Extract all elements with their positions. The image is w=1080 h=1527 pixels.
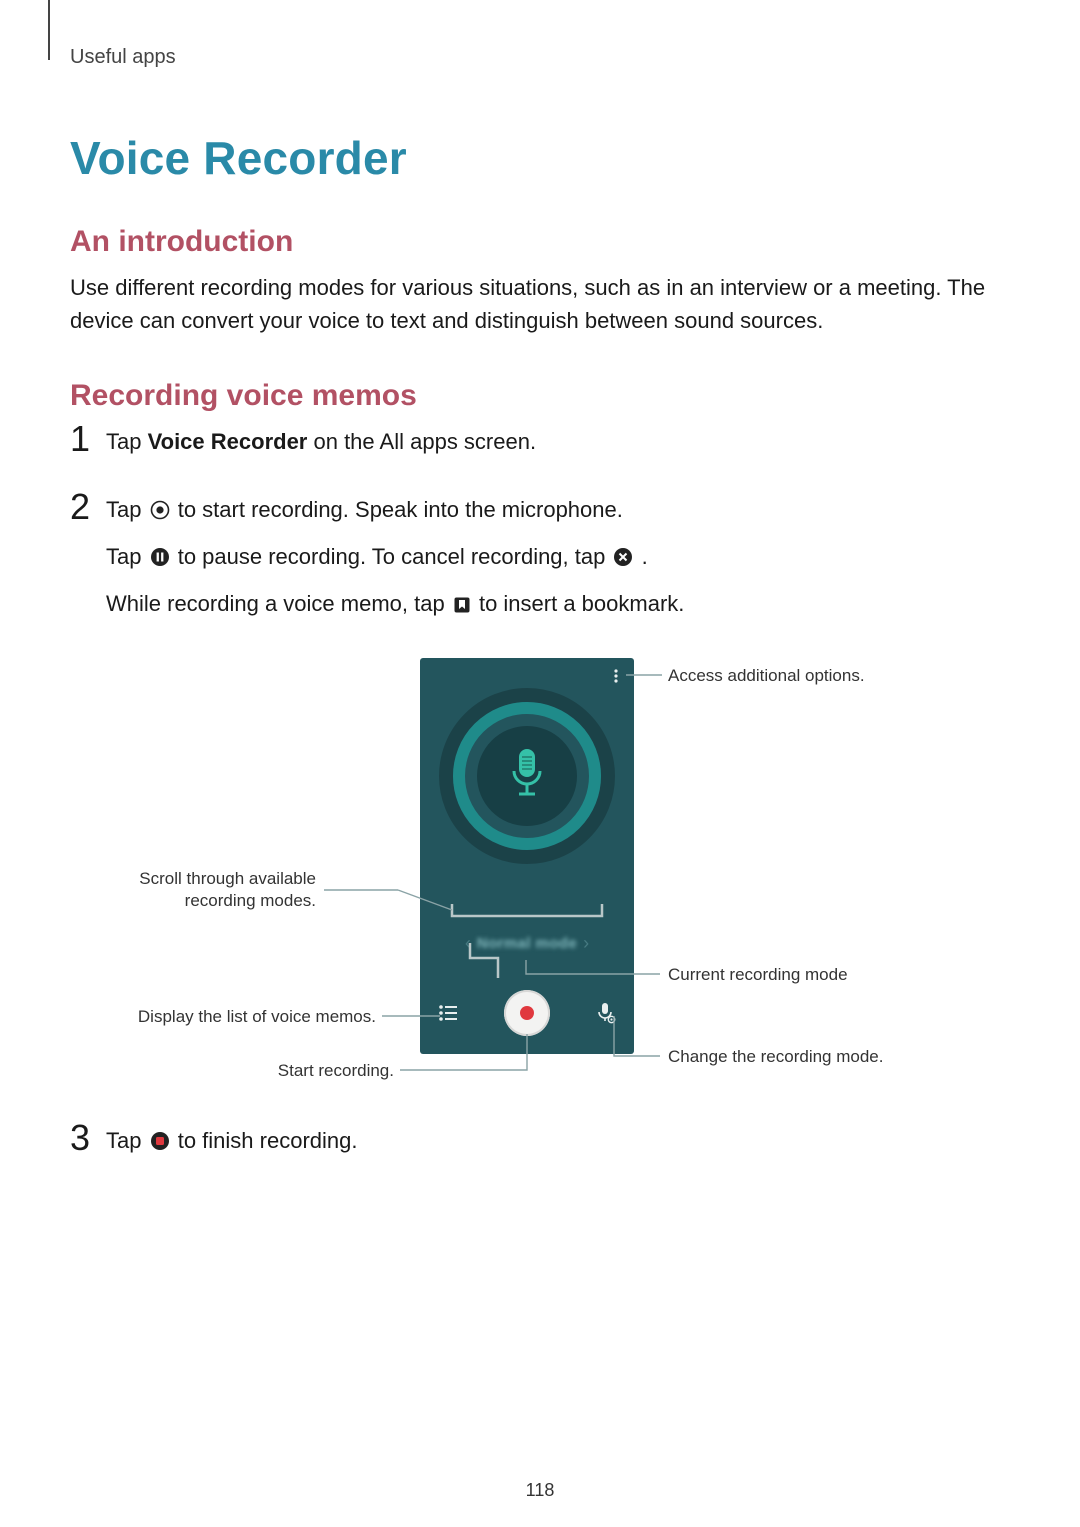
pause-icon	[150, 543, 170, 577]
breadcrumb: Useful apps	[70, 46, 1010, 69]
section-intro-body: Use different recording modes for variou…	[70, 271, 1010, 337]
mic-settings-icon	[596, 1002, 616, 1024]
step-3-text-pre: Tap	[106, 1128, 148, 1153]
callout-scroll-modes: Scroll through available recording modes…	[116, 868, 316, 912]
callout-current-mode: Current recording mode	[668, 965, 848, 985]
step-number: 2	[70, 489, 106, 525]
callout-scroll-modes-text: Scroll through available recording modes…	[116, 868, 316, 912]
manual-page: Useful apps Voice Recorder An introducti…	[0, 0, 1080, 1527]
callout-change-mode: Change the recording mode.	[668, 1047, 883, 1067]
step-3-text-post: to finish recording.	[178, 1128, 358, 1153]
bottom-controls	[420, 990, 634, 1036]
step-2-line2-pre: Tap	[106, 544, 148, 569]
step-2: 2 Tap to start recording. Speak into the…	[70, 493, 1010, 634]
cancel-icon	[613, 543, 633, 577]
step-2-line2-mid: to pause recording. To cancel recording,…	[178, 544, 612, 569]
record-button	[504, 990, 550, 1036]
step-1-text-pre: Tap	[106, 429, 148, 454]
page-number: 118	[0, 1480, 1080, 1501]
voice-recorder-diagram: ‹ Normal mode ›	[70, 658, 1010, 1098]
callout-options: Access additional options.	[668, 666, 865, 686]
step-number: 3	[70, 1120, 106, 1156]
header-rule	[48, 0, 50, 60]
step-2-line2-post: .	[642, 544, 648, 569]
step-1-text-bold: Voice Recorder	[148, 429, 308, 454]
step-1-text-post: on the All apps screen.	[307, 429, 536, 454]
step-2-line3-post: to insert a bookmark.	[479, 591, 684, 616]
bookmark-icon	[453, 590, 471, 624]
callout-memo-list: Display the list of voice memos.	[138, 1007, 376, 1027]
phone-mock: ‹ Normal mode ›	[420, 658, 634, 1054]
section-memos-heading: Recording voice memos	[70, 379, 1010, 413]
step-2-line1-post: to start recording. Speak into the micro…	[178, 497, 623, 522]
record-start-icon	[150, 496, 170, 530]
chevron-left-icon: ‹	[465, 933, 471, 954]
step-2-line3-pre: While recording a voice memo, tap	[106, 591, 451, 616]
mode-selector: ‹ Normal mode ›	[420, 926, 634, 960]
callout-start-recording: Start recording.	[278, 1061, 394, 1081]
step-2-line1-pre: Tap	[106, 497, 148, 522]
record-dot-icon	[520, 1006, 534, 1020]
stop-icon	[150, 1127, 170, 1161]
memo-list-icon	[438, 1004, 458, 1022]
steps-list: 1 Tap Voice Recorder on the All apps scr…	[70, 425, 1010, 1171]
section-intro-heading: An introduction	[70, 225, 1010, 259]
step-number: 1	[70, 421, 106, 457]
microphone-icon	[504, 745, 550, 807]
page-title: Voice Recorder	[70, 131, 1010, 185]
more-options-icon	[608, 668, 624, 684]
current-mode-label: Normal mode	[477, 935, 577, 952]
chevron-right-icon: ›	[583, 933, 589, 954]
step-3: 3 Tap to finish recording.	[70, 1124, 1010, 1171]
step-1: 1 Tap Voice Recorder on the All apps scr…	[70, 425, 1010, 469]
